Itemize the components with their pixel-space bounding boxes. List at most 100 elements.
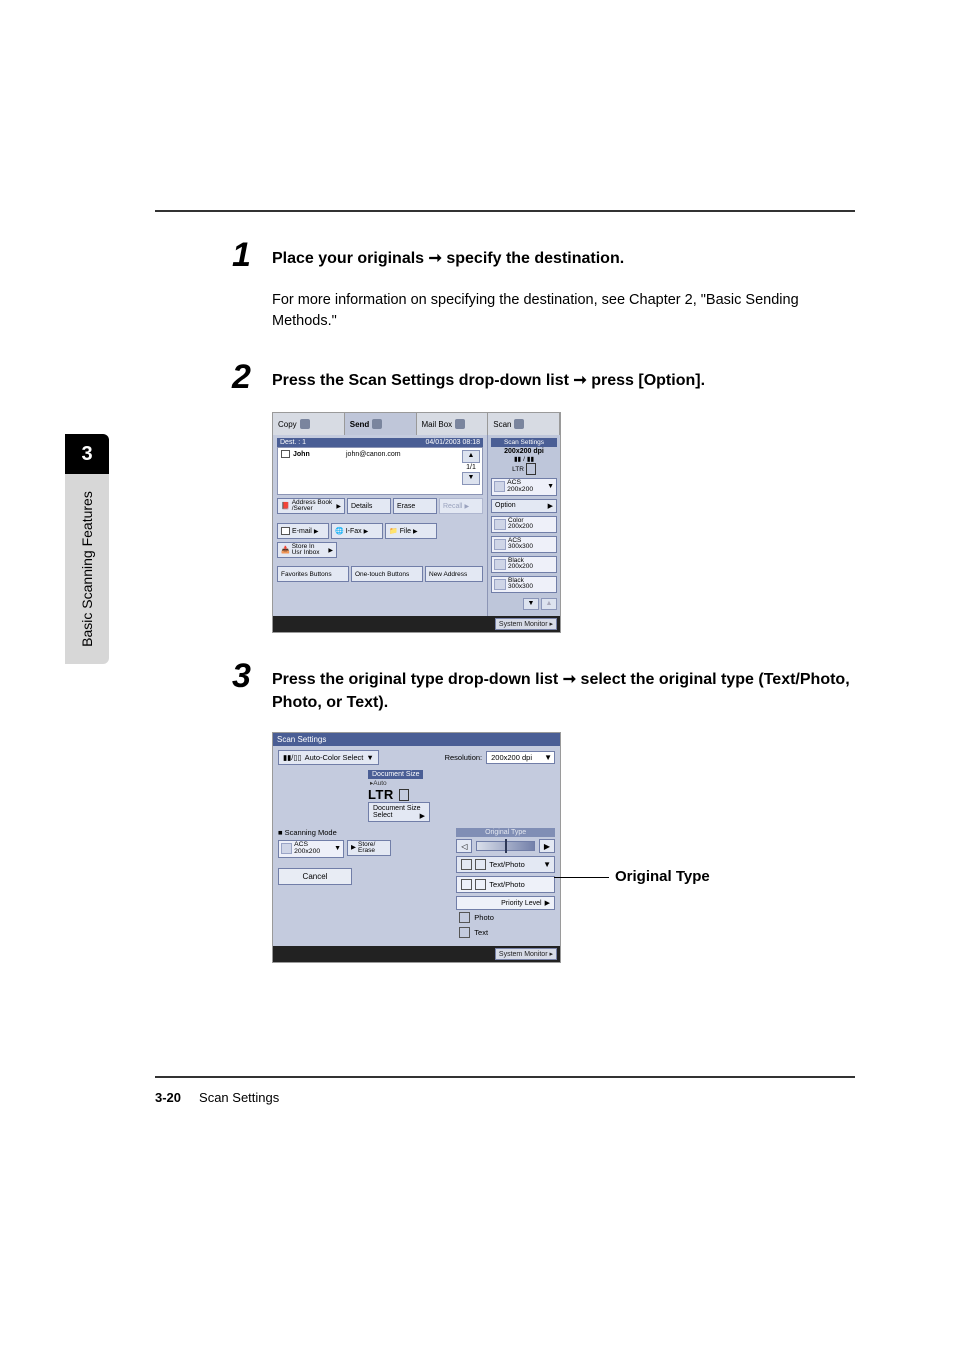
step2-title: Press the Scan Settings drop-down list ➞… [272,369,705,392]
details-button[interactable]: Details [347,498,391,514]
slider-thumb[interactable] [505,839,507,853]
tab-copy[interactable]: Copy [273,413,345,435]
chevron-down-icon: ▼ [547,483,554,490]
document-size-header: Document Size [368,770,423,779]
step3-title: Press the original type drop-down list ➞… [272,668,852,714]
scan-settings-screen: Scan Settings ▮▮/▯▯ Auto-Color Select ▼ … [272,732,561,963]
tab-scan[interactable]: Scan [488,413,560,435]
acs-label: Auto-Color Select [305,753,364,762]
tab-send[interactable]: Send [345,413,417,435]
preset-4[interactable]: Black300x300 [491,576,557,593]
auto-label: ▸Auto [370,779,555,787]
preset-icon [494,539,506,550]
side-label: Basic Scanning Features [79,491,95,647]
erase-button[interactable]: Erase [393,498,437,514]
chevron-right-icon: ▸ [549,621,553,628]
store-inbox-label: Store In Usr Inbox [292,544,327,557]
priority-level-button[interactable]: Priority Level ▶ [456,896,555,910]
scan-mode-value: ACS 200x200 [294,842,332,856]
photo-option[interactable]: Photo [456,910,555,925]
ltr-text: LTR [368,787,394,802]
page-down-button[interactable]: ▼ [462,472,480,485]
dss-label: Document Size Select [373,805,420,819]
file-button[interactable]: 📁File▶ [385,523,437,539]
step3-title-a: Press the original type drop-down list [272,671,563,688]
scan-settings-header: Scan Settings [491,438,557,447]
chevron-right-icon: ▶ [314,528,319,535]
text-photo-label: Text/Photo [489,880,524,889]
chapter-badge: 3 [65,434,109,474]
cancel-button[interactable]: Cancel [278,868,352,885]
dest-name: John [293,451,343,458]
original-type-value: Text/Photo [489,860,524,869]
email-button[interactable]: E-mail▶ [277,523,329,539]
text-photo-option[interactable]: Text/Photo [456,876,555,893]
scan-color-icons: ▮▮/▮▮ [491,455,557,463]
system-monitor-label: System Monitor [499,951,548,958]
dest-row[interactable]: John john@canon.com [281,450,479,458]
ifax-button[interactable]: 🌐I-Fax▶ [331,523,383,539]
page-up-button[interactable]: ▲ [462,450,480,463]
preset-2[interactable]: ACS300x300 [491,536,557,553]
preset-3[interactable]: Black200x200 [491,556,557,573]
scanning-mode-text: Scanning Mode [285,828,337,837]
tab-mailbox-label: Mail Box [422,420,453,429]
step2-title-a: Press the Scan Settings drop-down list [272,372,573,389]
scan-res: 200x200 dpi [491,448,557,455]
text-option[interactable]: Text [456,925,555,940]
scroll-down-button[interactable]: ▼ [523,598,539,610]
auto-color-select-dropdown[interactable]: ▮▮/▯▯ Auto-Color Select ▼ [278,750,379,765]
new-address-button[interactable]: New Address [425,566,483,582]
dest-count: Dest. : 1 [280,439,306,446]
store-erase-label: Store/ Erase [358,842,387,855]
status-bar: System Monitor ▸ [273,946,560,962]
address-book-button[interactable]: 📕Address Book /Server▶ [277,498,345,514]
onetouch-label: One-touch Buttons [355,571,409,578]
step-2: 2 Press the Scan Settings drop-down list… [232,360,852,633]
document-size-select-button[interactable]: Document Size Select ▶ [368,802,430,822]
store-inbox-button[interactable]: 📥Store In Usr Inbox▶ [277,542,337,558]
store-erase-button[interactable]: ▶Store/ Erase [347,840,391,856]
dest-list: John john@canon.com ▲ 1/1 ▼ [277,447,483,495]
dest-addr: john@canon.com [346,451,401,458]
photo-icon [475,859,486,870]
chevron-right-icon: ▶ [328,547,333,554]
tab-send-label: Send [350,420,370,429]
system-monitor-label: System Monitor [499,621,548,628]
step1-title-a: Place your originals [272,250,429,267]
color-icon: ▮▮/▯▯ [283,753,302,762]
scroll-up-button[interactable]: ▲ [541,598,557,610]
slider-track[interactable] [476,841,535,851]
page-indicator: 1/1 [462,464,480,471]
onetouch-button[interactable]: One-touch Buttons [351,566,423,582]
system-monitor-button[interactable]: System Monitor ▸ [495,948,557,960]
scan-mode-dropdown[interactable]: ACS 200x200 ▼ [278,840,344,858]
preset-1[interactable]: Color200x200 [491,516,557,533]
chevron-right-icon: ▶ [464,503,469,510]
mode-icon [281,843,292,854]
density-slider[interactable]: ◁ ▶ [456,839,555,853]
tab-mailbox[interactable]: Mail Box [417,413,489,435]
callout-label: Original Type [615,868,710,885]
lighter-button[interactable]: ◁ [456,839,472,853]
bottom-rule [155,1076,855,1078]
footer-title: Scan Settings [199,1090,279,1105]
details-label: Details [351,503,372,510]
scan-mode-dropdown[interactable]: ACS 200x200 ▼ [491,478,557,496]
preset-l2: 200x200 [508,523,533,530]
option-button[interactable]: Option ▶ [491,499,557,513]
system-monitor-button[interactable]: System Monitor ▸ [495,618,557,630]
original-type-dropdown[interactable]: Text/Photo ▼ [456,856,555,873]
tab-scan-label: Scan [493,420,511,429]
chevron-right-icon: ▶ [420,812,425,820]
color-icon: ▮▮ [514,455,521,463]
resolution-label: Resolution: [445,753,483,762]
resolution-dropdown[interactable]: 200x200 dpi ▼ [486,751,555,764]
step-1: 1 Place your originals ➞ specify the des… [232,238,852,332]
address-book-label: Address Book /Server [292,500,335,513]
recall-button[interactable]: Recall▶ [439,498,483,514]
darker-button[interactable]: ▶ [539,839,555,853]
page-icon [399,789,409,801]
favorites-button[interactable]: Favorites Buttons [277,566,349,582]
step2-title-b: press [Option]. [587,372,705,389]
